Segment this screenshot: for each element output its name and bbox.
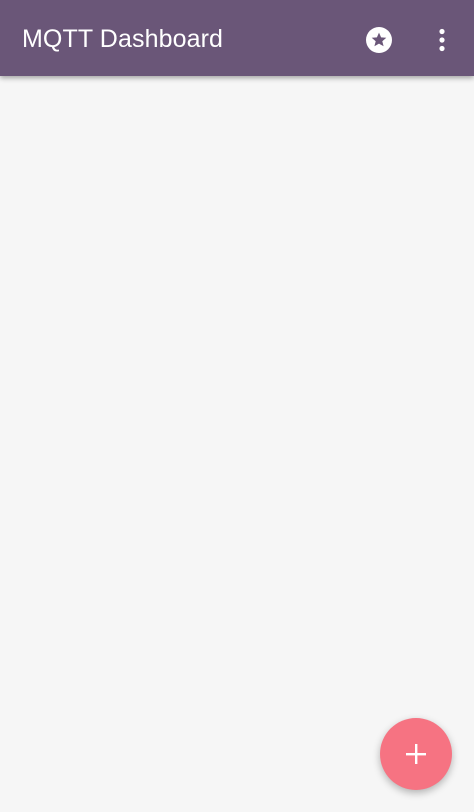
app-toolbar: MQTT Dashboard	[0, 0, 474, 76]
app-screen: MQTT Dashboard	[0, 0, 474, 812]
star-circle-icon	[366, 27, 392, 53]
dashboard-content-area	[0, 76, 474, 812]
add-icon	[406, 744, 426, 764]
page-title: MQTT Dashboard	[22, 25, 224, 53]
overflow-menu-button[interactable]	[422, 20, 462, 60]
favorites-button[interactable]	[359, 20, 399, 60]
more-vert-icon	[439, 28, 445, 52]
add-fab-button[interactable]	[380, 718, 452, 790]
